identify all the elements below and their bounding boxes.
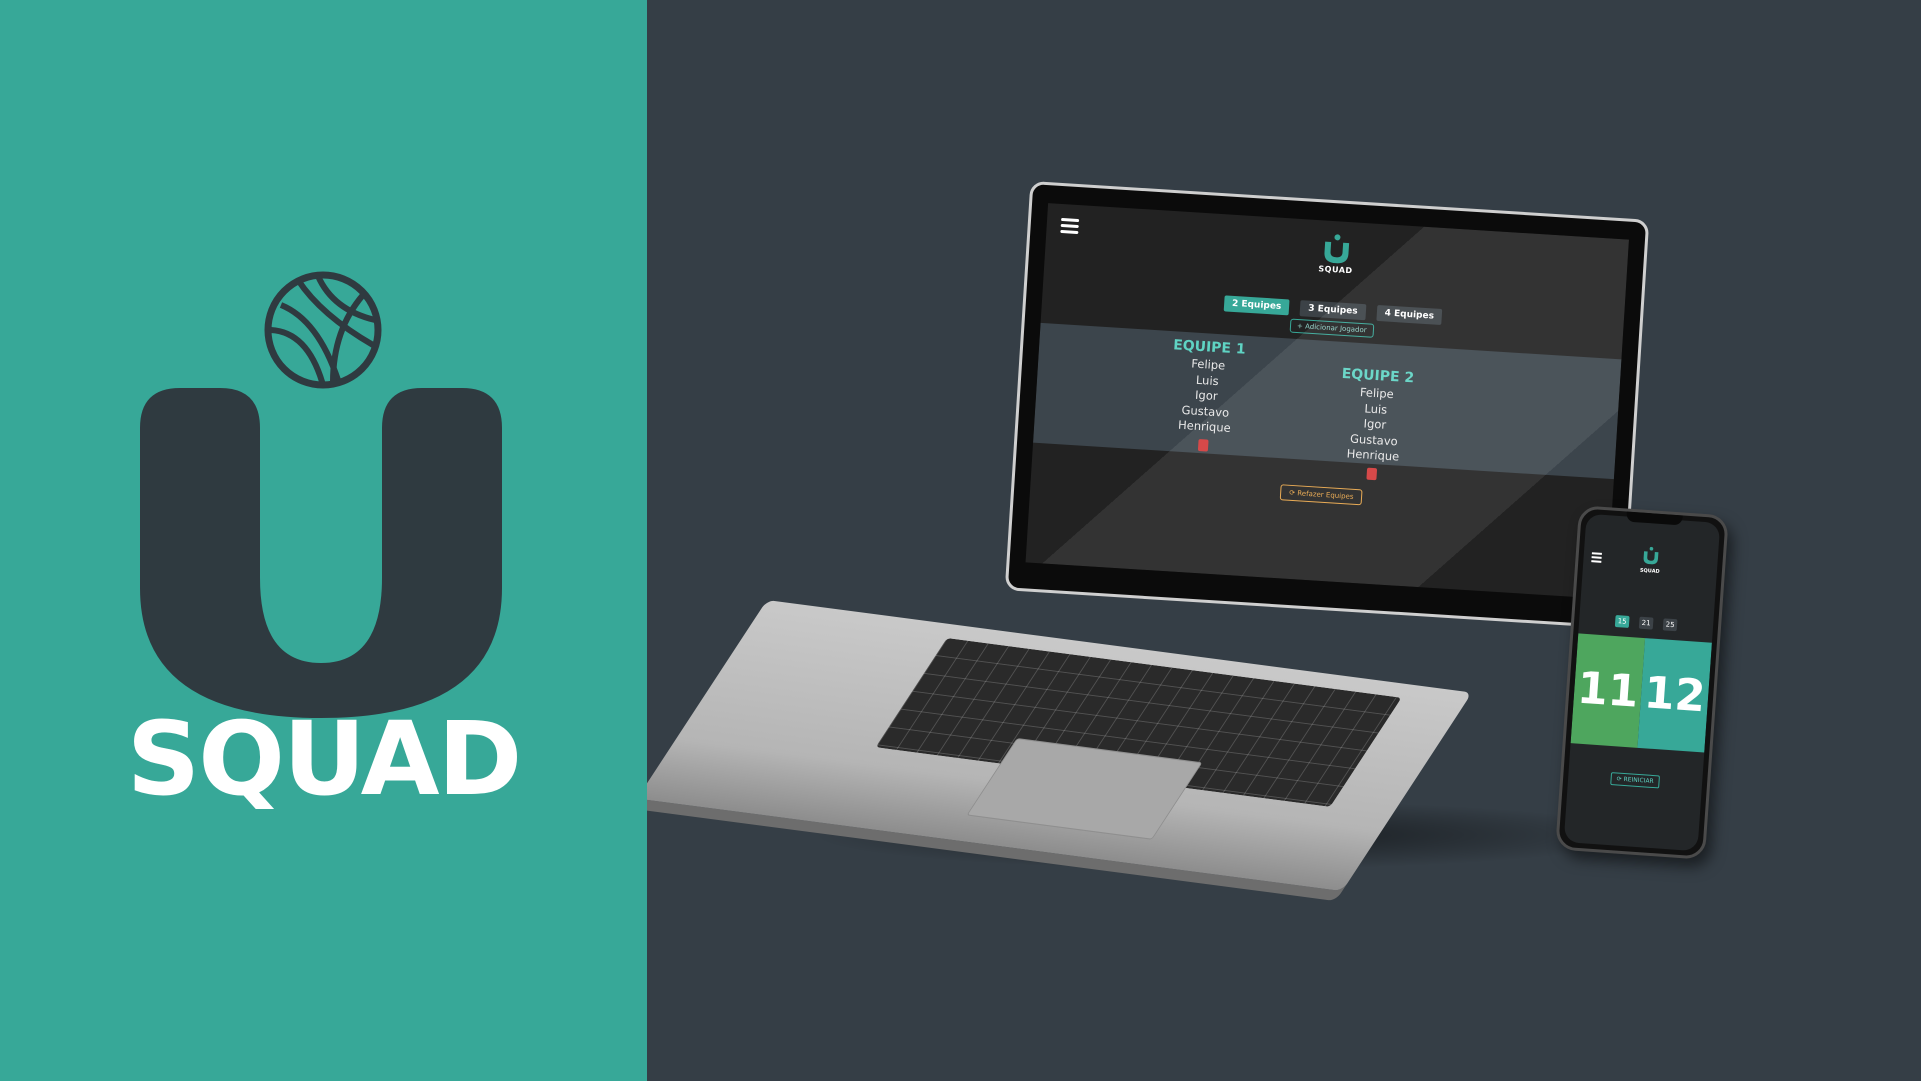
score-team-right[interactable]: 12 <box>1637 638 1712 753</box>
volleyball-icon <box>264 271 382 389</box>
hamburger-icon[interactable] <box>1591 552 1602 565</box>
hamburger-icon[interactable] <box>1060 217 1080 237</box>
delete-team-1-icon[interactable] <box>1197 438 1209 452</box>
brand-panel: SQUAD <box>0 0 647 1081</box>
tab-limit-25[interactable]: 25 <box>1662 618 1678 632</box>
delete-team-2-icon[interactable] <box>1366 467 1378 480</box>
tab-limit-15[interactable]: 15 <box>1614 614 1631 628</box>
teams-section: EQUIPE 1 Felipe Luis Igor Gustavo Henriq… <box>1033 322 1622 480</box>
reset-button[interactable]: ⟳ REINICIAR <box>1610 772 1661 789</box>
phone-screen: SQUAD 15 21 25 11 12 ⟳ REINICIAR <box>1563 513 1721 852</box>
laptop-screen: SQUAD 2 Equipes 3 Equipes 4 Equipes + Ad… <box>1025 203 1629 599</box>
score-limit-tabs: 15 21 25 <box>1579 606 1714 634</box>
brand-wordmark: SQUAD <box>126 700 522 819</box>
phone-app-logo: SQUAD <box>1640 546 1662 575</box>
app-logo: SQUAD <box>1318 232 1355 275</box>
device-mockup-panel: SQUAD 2 Equipes 3 Equipes 4 Equipes + Ad… <box>647 0 1921 1081</box>
tab-2-equipes[interactable]: 2 Equipes <box>1223 295 1290 316</box>
tab-limit-21[interactable]: 21 <box>1638 616 1655 630</box>
scoreboard: 11 12 <box>1570 633 1712 753</box>
laptop-lid: SQUAD 2 Equipes 3 Equipes 4 Equipes + Ad… <box>1004 180 1650 630</box>
tab-4-equipes[interactable]: 4 Equipes <box>1376 304 1443 326</box>
u-logo-icon <box>1324 234 1350 264</box>
add-player-button[interactable]: + Adicionar Jogador <box>1289 318 1375 338</box>
app-logo-word: SQUAD <box>1318 264 1353 276</box>
team-card-1: EQUIPE 1 Felipe Luis Igor Gustavo Henriq… <box>1123 334 1290 459</box>
u-logo-icon <box>1643 546 1659 565</box>
u-letter-logo <box>140 388 502 718</box>
tab-3-equipes[interactable]: 3 Equipes <box>1299 300 1367 321</box>
redo-teams-button[interactable]: ⟳ Refazer Equipes <box>1279 484 1363 506</box>
phone-logo-word: SQUAD <box>1639 567 1660 575</box>
score-team-left[interactable]: 11 <box>1570 633 1646 748</box>
phone-device: SQUAD 15 21 25 11 12 ⟳ REINICIAR <box>1555 505 1729 860</box>
team-card-2: EQUIPE 2 Felipe Luis Igor Gustavo Henriq… <box>1291 363 1458 488</box>
